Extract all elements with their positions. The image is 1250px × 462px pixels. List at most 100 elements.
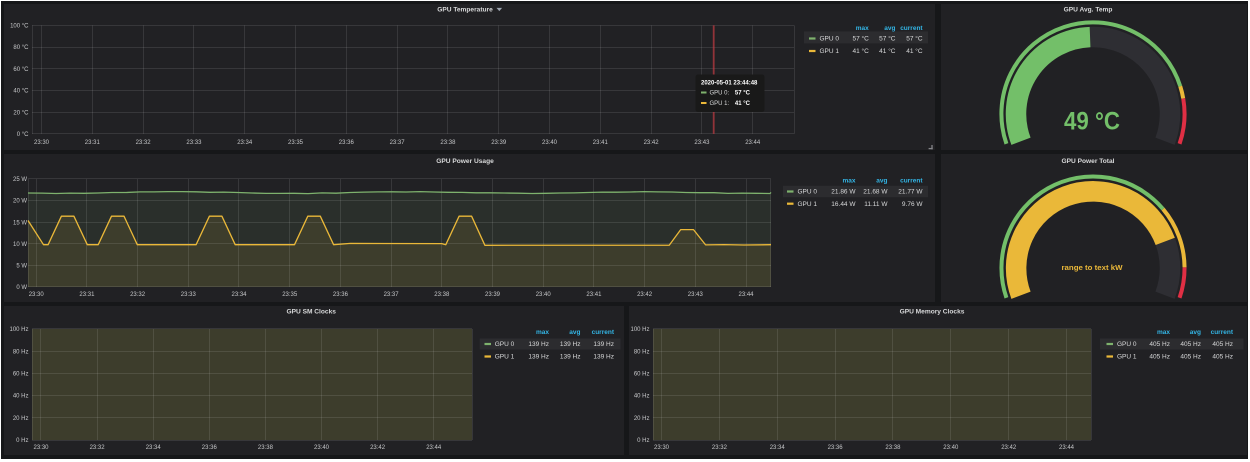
- svg-text:GPU 1:: GPU 1:: [710, 101, 730, 107]
- svg-text:23:40: 23:40: [943, 445, 959, 451]
- svg-text:max: max: [856, 25, 869, 32]
- svg-text:23:41: 23:41: [586, 292, 602, 298]
- svg-text:23:39: 23:39: [485, 292, 501, 298]
- svg-text:23:32: 23:32: [712, 445, 728, 451]
- svg-text:23:31: 23:31: [79, 292, 95, 298]
- svg-text:20 °C: 20 °C: [13, 110, 29, 116]
- svg-text:139 Hz: 139 Hz: [560, 341, 581, 348]
- svg-text:21.86 W: 21.86 W: [831, 189, 856, 196]
- svg-text:0 °C: 0 °C: [17, 132, 29, 138]
- svg-text:2020-05-01 23:44:48: 2020-05-01 23:44:48: [701, 81, 758, 87]
- svg-text:max: max: [1157, 329, 1170, 336]
- svg-text:80 Hz: 80 Hz: [13, 349, 29, 355]
- svg-text:current: current: [900, 178, 923, 185]
- svg-text:10 W: 10 W: [13, 242, 27, 248]
- svg-text:23:31: 23:31: [85, 140, 101, 146]
- svg-text:23:36: 23:36: [339, 140, 355, 146]
- svg-text:GPU 0: GPU 0: [820, 36, 840, 43]
- svg-text:GPU 1: GPU 1: [495, 354, 515, 361]
- svg-text:40 Hz: 40 Hz: [13, 394, 29, 400]
- svg-text:23:43: 23:43: [688, 292, 704, 298]
- svg-text:0 Hz: 0 Hz: [637, 438, 649, 444]
- svg-text:23:44: 23:44: [745, 140, 761, 146]
- svg-text:GPU Temperature: GPU Temperature: [437, 6, 493, 13]
- svg-text:405 Hz: 405 Hz: [1149, 354, 1170, 361]
- svg-text:23:41: 23:41: [593, 140, 609, 146]
- svg-text:21.68 W: 21.68 W: [863, 189, 888, 196]
- svg-text:49 °C: 49 °C: [1064, 108, 1120, 136]
- svg-text:405 Hz: 405 Hz: [1212, 341, 1233, 348]
- svg-text:GPU Power Usage: GPU Power Usage: [436, 158, 494, 165]
- svg-text:405 Hz: 405 Hz: [1180, 341, 1201, 348]
- svg-text:23:38: 23:38: [434, 292, 450, 298]
- svg-text:9.76 W: 9.76 W: [902, 201, 923, 208]
- svg-text:23:37: 23:37: [390, 140, 406, 146]
- svg-text:11.11 W: 11.11 W: [864, 201, 888, 208]
- svg-text:avg: avg: [1190, 329, 1201, 336]
- svg-text:23:34: 23:34: [146, 445, 162, 451]
- svg-text:23:30: 23:30: [29, 292, 45, 298]
- svg-text:avg: avg: [884, 25, 895, 32]
- svg-text:20 W: 20 W: [13, 199, 27, 205]
- svg-text:23:34: 23:34: [770, 445, 786, 451]
- svg-text:23:35: 23:35: [288, 140, 304, 146]
- svg-text:23:32: 23:32: [130, 292, 146, 298]
- svg-text:41 °C: 41 °C: [852, 47, 869, 55]
- svg-text:41 °C: 41 °C: [906, 47, 923, 55]
- svg-text:23:32: 23:32: [136, 140, 152, 146]
- svg-text:23:38: 23:38: [885, 445, 901, 451]
- svg-text:139 Hz: 139 Hz: [593, 354, 614, 361]
- svg-text:current: current: [1211, 329, 1234, 336]
- svg-text:23:30: 23:30: [34, 140, 50, 146]
- svg-text:20 Hz: 20 Hz: [13, 416, 29, 422]
- svg-text:0 W: 0 W: [16, 285, 27, 291]
- svg-text:23:36: 23:36: [202, 445, 218, 451]
- svg-text:57 °C: 57 °C: [852, 35, 869, 43]
- svg-text:405 Hz: 405 Hz: [1149, 341, 1170, 348]
- svg-text:100 Hz: 100 Hz: [630, 327, 649, 333]
- svg-text:23:36: 23:36: [828, 445, 844, 451]
- svg-text:60 Hz: 60 Hz: [634, 372, 650, 378]
- svg-text:GPU 0: GPU 0: [1117, 341, 1137, 348]
- svg-text:23:44: 23:44: [1059, 445, 1075, 451]
- svg-text:GPU 0:: GPU 0:: [710, 91, 730, 97]
- svg-text:23:38: 23:38: [258, 445, 274, 451]
- svg-text:23:38: 23:38: [440, 140, 456, 146]
- svg-text:23:42: 23:42: [370, 445, 386, 451]
- svg-text:15 W: 15 W: [13, 220, 27, 226]
- svg-text:23:33: 23:33: [186, 140, 202, 146]
- svg-text:80 °C: 80 °C: [13, 45, 29, 51]
- svg-text:0 Hz: 0 Hz: [16, 438, 28, 444]
- svg-text:139 Hz: 139 Hz: [560, 354, 581, 361]
- svg-text:23:34: 23:34: [231, 292, 247, 298]
- svg-text:GPU 0: GPU 0: [798, 189, 818, 196]
- svg-text:current: current: [900, 25, 923, 32]
- svg-text:100 Hz: 100 Hz: [9, 327, 28, 333]
- svg-text:GPU 1: GPU 1: [820, 48, 840, 55]
- svg-text:41 °C: 41 °C: [735, 101, 751, 107]
- svg-text:23:37: 23:37: [384, 292, 400, 298]
- svg-text:23:44: 23:44: [426, 445, 442, 451]
- svg-text:16.44 W: 16.44 W: [831, 201, 856, 208]
- svg-text:23:42: 23:42: [637, 292, 653, 298]
- svg-text:57 °C: 57 °C: [906, 35, 923, 43]
- svg-text:avg: avg: [569, 329, 580, 336]
- svg-text:23:40: 23:40: [536, 292, 552, 298]
- svg-text:23:42: 23:42: [644, 140, 660, 146]
- svg-text:405 Hz: 405 Hz: [1212, 354, 1233, 361]
- svg-text:23:36: 23:36: [333, 292, 349, 298]
- svg-text:139 Hz: 139 Hz: [593, 341, 614, 348]
- svg-text:40 Hz: 40 Hz: [634, 394, 650, 400]
- svg-text:23:40: 23:40: [542, 140, 558, 146]
- svg-text:23:34: 23:34: [237, 140, 253, 146]
- svg-text:range to text kW: range to text kW: [1062, 263, 1124, 272]
- svg-text:23:39: 23:39: [491, 140, 507, 146]
- svg-text:20 Hz: 20 Hz: [634, 416, 650, 422]
- svg-text:80 Hz: 80 Hz: [634, 349, 650, 355]
- svg-text:GPU Memory Clocks: GPU Memory Clocks: [900, 309, 965, 316]
- svg-text:139 Hz: 139 Hz: [528, 354, 549, 361]
- svg-text:23:43: 23:43: [694, 140, 710, 146]
- svg-text:max: max: [842, 178, 855, 185]
- svg-text:100 °C: 100 °C: [10, 24, 29, 30]
- svg-text:23:32: 23:32: [90, 445, 106, 451]
